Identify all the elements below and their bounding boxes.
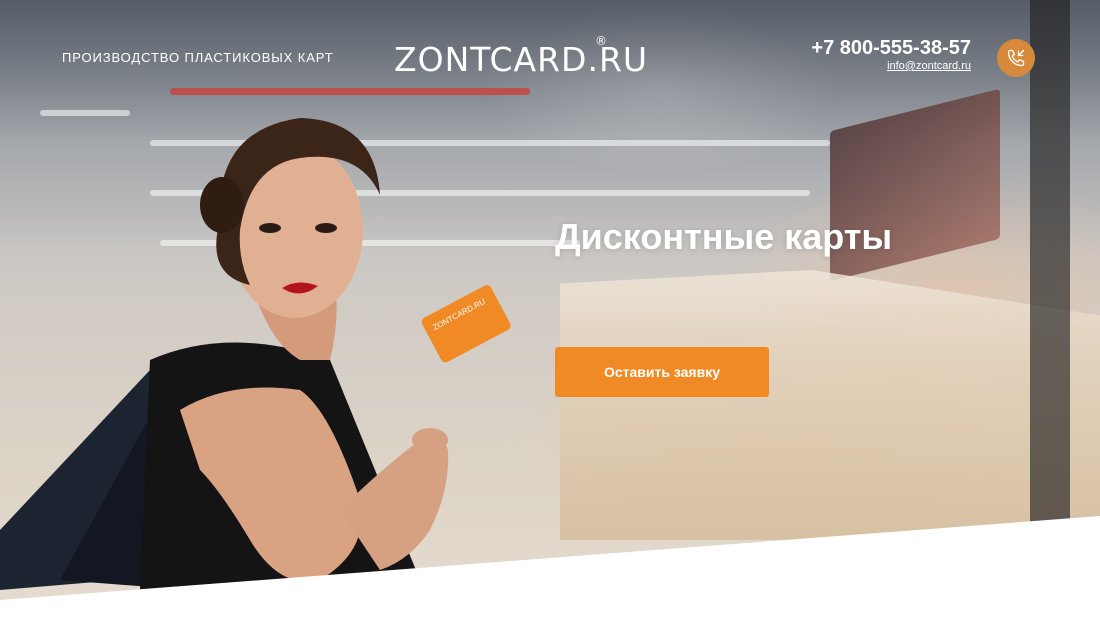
phone-incoming-icon: [1007, 49, 1025, 67]
request-button[interactable]: Оставить заявку: [555, 347, 769, 397]
woman-with-card-image: ZONTCARD.RU: [0, 118, 511, 590]
hero-title: Дисконтные карты: [555, 216, 893, 257]
site-logo[interactable]: ZONTCARD.RU ®: [394, 34, 649, 79]
store-pillar: [1030, 0, 1070, 560]
store-counter: [560, 270, 1100, 540]
registered-mark: ®: [595, 34, 609, 48]
callback-button[interactable]: [997, 39, 1035, 77]
site-logo-text: ZONTCARD.RU: [394, 40, 649, 79]
header-tagline: ПРОИЗВОДСТВО ПЛАСТИКОВЫХ КАРТ: [62, 50, 334, 65]
store-shelf: [170, 88, 530, 95]
header-phone-link[interactable]: +7 800-555-38-57: [811, 37, 971, 60]
header-email-link[interactable]: info@zontcard.ru: [887, 60, 971, 72]
